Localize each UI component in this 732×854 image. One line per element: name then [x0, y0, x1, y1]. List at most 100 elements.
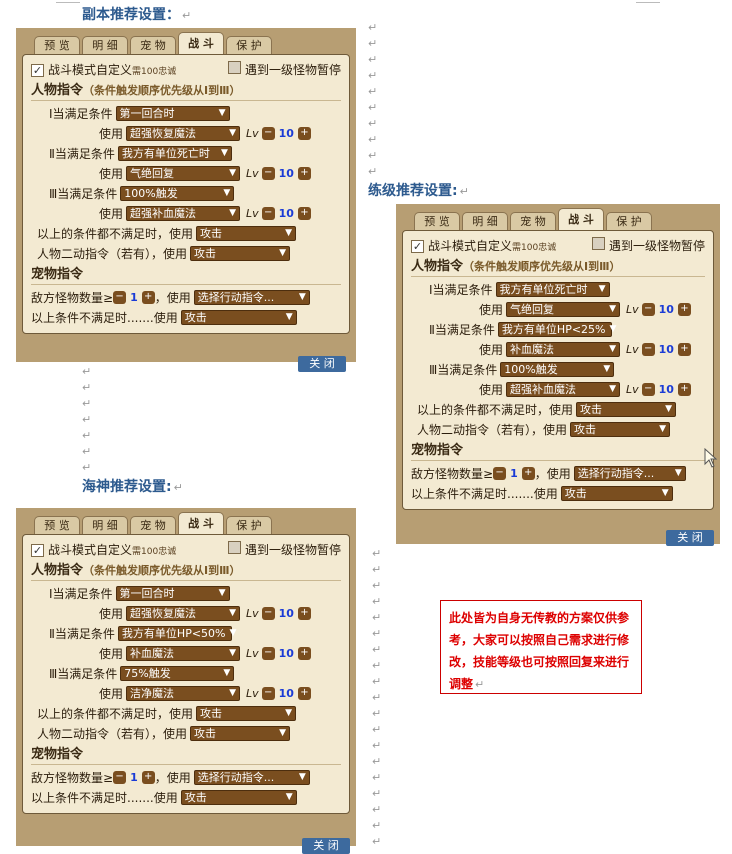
cond3-select[interactable]: 75%触发 ▼	[120, 665, 235, 681]
lv2-minus-button[interactable]: −	[261, 166, 275, 180]
tab-pet[interactable]: 宠 物	[130, 36, 176, 54]
use-label: 使用	[99, 166, 124, 181]
pet-count-minus-button[interactable]: −	[113, 770, 127, 784]
pet-else-label: 以上条件不满足时.......使用	[31, 790, 178, 805]
lv1-plus-button[interactable]: +	[297, 606, 311, 620]
lv1-minus-button[interactable]: −	[641, 302, 655, 316]
skill2-select[interactable]: 补血魔法 ▼	[126, 645, 241, 661]
second-action-select[interactable]: 攻击 ▼	[190, 245, 291, 261]
second-action-select[interactable]: 攻击 ▼	[190, 725, 291, 741]
tab-preview[interactable]: 预 览	[414, 212, 460, 230]
pet-count-plus-button[interactable]: +	[141, 770, 155, 784]
pet-count-label: 敌方怪物数量≥	[31, 770, 114, 785]
lv2-minus-button[interactable]: −	[641, 342, 655, 356]
lv1-minus-button[interactable]: −	[261, 126, 275, 140]
pet-count-plus-button[interactable]: +	[141, 290, 155, 304]
mouse-cursor-icon	[704, 448, 718, 468]
second-action-label: 人物二动指令（若有），使用	[37, 726, 188, 741]
tab-battle[interactable]: 战 斗	[178, 32, 224, 54]
fallback-select[interactable]: 攻击 ▼	[196, 705, 297, 721]
battle-settings-panel-dungeon: 预 览 明 细 宠 物 战 斗 保 护 ✓ 战斗模式自定义需100忠诚 遇到一级怪…	[16, 28, 356, 372]
pet-section-title: 宠物指令	[31, 745, 341, 765]
lv2-plus-button[interactable]: +	[297, 646, 311, 660]
pet-action-select[interactable]: 选择行动指令... ▼	[193, 769, 310, 785]
pause-label: 遇到一级怪物暂停	[608, 238, 705, 253]
pause-checkbox[interactable]	[591, 236, 605, 250]
cond2-select[interactable]: 我方有单位HP<25% ▼	[497, 321, 616, 337]
tab-protect[interactable]: 保 护	[606, 212, 652, 230]
skill1-select[interactable]: 气绝回复 ▼	[506, 301, 621, 317]
lv2-value: 10	[278, 646, 294, 660]
lv3-plus-button[interactable]: +	[677, 382, 691, 396]
cond1-label: Ⅰ当满足条件	[49, 586, 113, 601]
skill2-select[interactable]: 补血魔法 ▼	[506, 341, 621, 357]
custom-mode-note: 需100忠诚	[132, 66, 177, 77]
lv3-minus-button[interactable]: −	[261, 686, 275, 700]
pet-action-select[interactable]: 选择行动指令... ▼	[193, 289, 310, 305]
lv3-plus-button[interactable]: +	[297, 206, 311, 220]
tab-detail[interactable]: 明 细	[82, 516, 128, 534]
lv3-minus-button[interactable]: −	[641, 382, 655, 396]
cond3-select[interactable]: 100%触发 ▼	[120, 185, 235, 201]
lv-label: Lv	[626, 342, 639, 356]
skill3-select[interactable]: 超强补血魔法 ▼	[126, 205, 241, 221]
tab-pet[interactable]: 宠 物	[130, 516, 176, 534]
tab-battle[interactable]: 战 斗	[178, 512, 224, 534]
use-label: 使用	[99, 686, 124, 701]
pet-else-select[interactable]: 攻击 ▼	[560, 485, 673, 501]
pause-checkbox[interactable]	[227, 540, 241, 554]
lv2-plus-button[interactable]: +	[297, 166, 311, 180]
tab-pet[interactable]: 宠 物	[510, 212, 556, 230]
close-button[interactable]: 关 闭	[302, 838, 350, 854]
close-button[interactable]: 关 闭	[298, 356, 346, 372]
pet-count-minus-button[interactable]: −	[493, 466, 507, 480]
lv2-plus-button[interactable]: +	[677, 342, 691, 356]
skill1-select[interactable]: 超强恢复魔法 ▼	[126, 125, 241, 141]
fallback-label: 以上的条件都不满足时，使用	[417, 402, 574, 417]
tab-preview[interactable]: 预 览	[34, 36, 80, 54]
skill1-select[interactable]: 超强恢复魔法 ▼	[126, 605, 241, 621]
lv1-plus-button[interactable]: +	[677, 302, 691, 316]
battle-settings-panel-leveling: 预 览 明 细 宠 物 战 斗 保 护 ✓ 战斗模式自定义需100忠诚 遇到一级怪…	[396, 204, 720, 546]
lv3-minus-button[interactable]: −	[261, 206, 275, 220]
pet-count-minus-button[interactable]: −	[113, 290, 127, 304]
paragraph-marks: ↵ ↵ ↵ ↵ ↵ ↵ ↵	[82, 365, 92, 474]
cond3-select[interactable]: 100%触发 ▼	[500, 361, 615, 377]
tab-detail[interactable]: 明 细	[462, 212, 508, 230]
cond2-select[interactable]: 我方有单位死亡时 ▼	[117, 145, 232, 161]
pet-count-label: 敌方怪物数量≥	[411, 466, 494, 481]
tab-protect[interactable]: 保 护	[226, 516, 272, 534]
cond1-select[interactable]: 我方有单位死亡时 ▼	[495, 281, 610, 297]
cond1-label: Ⅰ当满足条件	[49, 106, 113, 121]
pause-label: 遇到一级怪物暂停	[244, 62, 341, 77]
lv3-plus-button[interactable]: +	[297, 686, 311, 700]
lv1-plus-button[interactable]: +	[297, 126, 311, 140]
skill2-select[interactable]: 气绝回复 ▼	[126, 165, 241, 181]
custom-mode-note: 需100忠诚	[512, 242, 557, 253]
skill3-select[interactable]: 洁净魔法 ▼	[126, 685, 241, 701]
cond1-select[interactable]: 第一回合时 ▼	[115, 105, 230, 121]
cond1-select[interactable]: 第一回合时 ▼	[115, 585, 230, 601]
pet-else-select[interactable]: 攻击 ▼	[180, 789, 297, 805]
fallback-select[interactable]: 攻击 ▼	[196, 225, 297, 241]
second-action-select[interactable]: 攻击 ▼	[570, 421, 671, 437]
cond2-select[interactable]: 我方有单位HP<50% ▼	[117, 625, 236, 641]
fallback-select[interactable]: 攻击 ▼	[576, 401, 677, 417]
skill3-select[interactable]: 超强补血魔法 ▼	[506, 381, 621, 397]
close-button[interactable]: 关 闭	[666, 530, 714, 546]
lv1-minus-button[interactable]: −	[261, 606, 275, 620]
pet-count-plus-button[interactable]: +	[521, 466, 535, 480]
tab-protect[interactable]: 保 护	[226, 36, 272, 54]
custom-mode-checkbox[interactable]: ✓	[31, 63, 44, 77]
custom-mode-checkbox[interactable]: ✓	[31, 543, 44, 557]
lv2-minus-button[interactable]: −	[261, 646, 275, 660]
pet-action-select[interactable]: 选择行动指令... ▼	[573, 465, 686, 481]
tab-preview[interactable]: 预 览	[34, 516, 80, 534]
tab-battle[interactable]: 战 斗	[558, 208, 604, 230]
pet-else-select[interactable]: 攻击 ▼	[180, 309, 297, 325]
custom-mode-checkbox[interactable]: ✓	[411, 239, 424, 253]
use-label: 使用	[99, 606, 124, 621]
pause-checkbox[interactable]	[227, 60, 241, 74]
tab-detail[interactable]: 明 细	[82, 36, 128, 54]
lv3-value: 10	[658, 382, 674, 396]
